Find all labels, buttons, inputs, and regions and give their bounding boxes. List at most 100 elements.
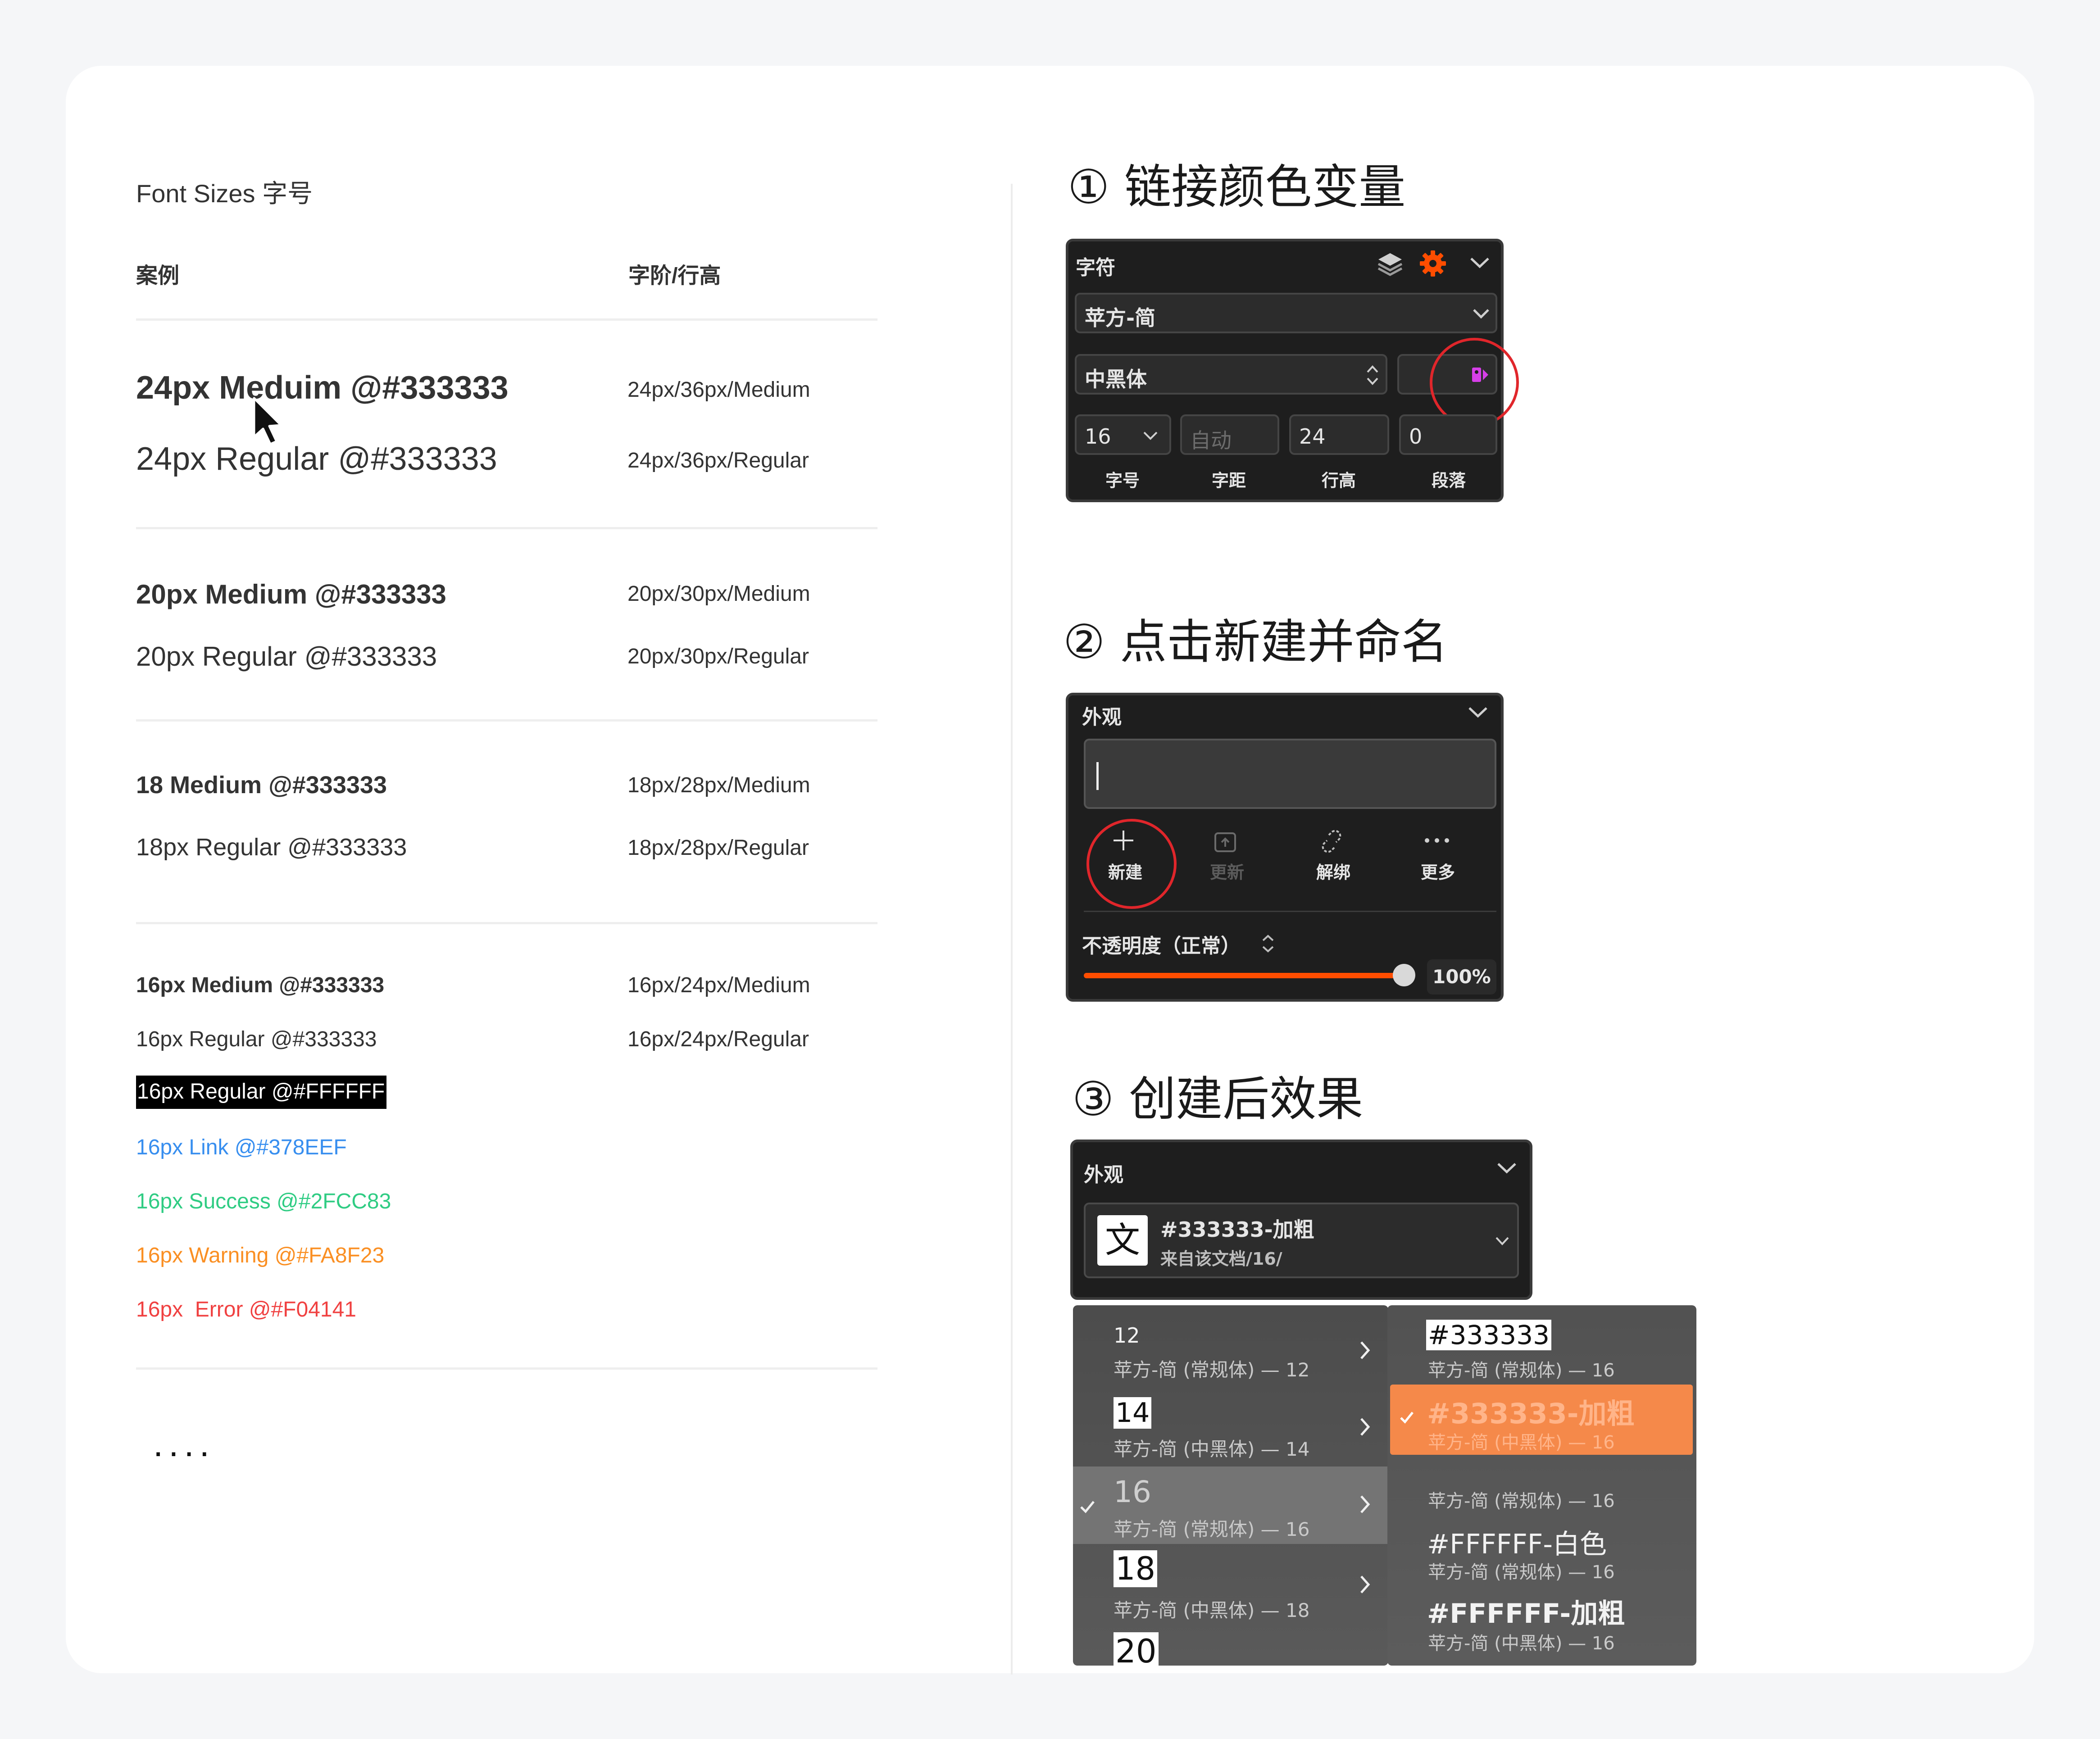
- opacity-slider-handle[interactable]: [1393, 964, 1415, 986]
- appearance-panel-result: 外观 文 #333333-加粗 来自该文档/16/: [1070, 1140, 1532, 1300]
- menu-item-size-value: 12: [1114, 1323, 1140, 1348]
- chevron-down-icon[interactable]: [1496, 1161, 1517, 1175]
- example-16-success: 16px Success @#2FCC83: [136, 1190, 391, 1213]
- menu-item-size-desc: 苹方-简 (中黑体) — 14: [1114, 1438, 1310, 1460]
- menu-item-size[interactable]: 12 苹方-简 (常规体) — 12: [1073, 1305, 1388, 1385]
- highlight-ring: [1430, 338, 1519, 427]
- stepper-icon[interactable]: [1261, 932, 1275, 955]
- menu-item-style-name: #FFFFFF-加粗: [1427, 1598, 1625, 1630]
- menu-item-size-desc: 苹方-简 (常规体) — 16: [1114, 1518, 1310, 1540]
- update-style-label: 更新: [1210, 863, 1245, 882]
- font-size-menu: 12 苹方-简 (常规体) — 12 14 苹方-简 (中黑体) — 14 16…: [1073, 1305, 1388, 1666]
- column-header-example: 案例: [136, 264, 180, 288]
- font-family-value: 苹方-简: [1085, 306, 1156, 330]
- line-height-value: 24: [1299, 424, 1326, 449]
- step-3-title: ③ 创建后效果: [1072, 1072, 1364, 1126]
- chevron-down-icon[interactable]: [1468, 705, 1488, 719]
- font-size-value: 16: [1085, 424, 1111, 449]
- menu-item-size-checked[interactable]: 16 苹方-简 (常规体) — 16: [1073, 1467, 1388, 1544]
- paragraph-spacing-input[interactable]: 0: [1399, 414, 1497, 455]
- content-card: [66, 66, 2034, 1675]
- update-style-button[interactable]: 更新: [1195, 820, 1258, 887]
- menu-item-size[interactable]: 18 苹方-简 (中黑体) — 18: [1073, 1546, 1388, 1627]
- opacity-value: 100%: [1432, 966, 1491, 988]
- label-letter-spacing: 字距: [1212, 471, 1246, 490]
- line-height-input[interactable]: 24: [1289, 414, 1389, 455]
- label-line-height: 行高: [1322, 471, 1356, 490]
- gear-icon[interactable]: [1418, 249, 1448, 278]
- menu-item-style-name: #333333-加粗: [1427, 1397, 1635, 1430]
- menu-item-size-value: 16: [1114, 1475, 1151, 1509]
- menu-item-size-desc: 苹方-简 (中黑体) — 18: [1114, 1599, 1310, 1621]
- spec-18-medium: 18px/28px/Medium: [627, 773, 810, 797]
- update-icon: [1214, 832, 1236, 852]
- step-1-title: ① 链接颜色变量: [1068, 159, 1406, 214]
- chevron-down-icon: [1495, 1237, 1509, 1245]
- text-caret: [1096, 762, 1099, 790]
- chevron-right-icon: [1360, 1418, 1370, 1436]
- spec-18-regular: 18px/28px/Regular: [627, 836, 809, 860]
- label-paragraph: 段落: [1432, 471, 1466, 490]
- chevron-down-icon[interactable]: [1469, 256, 1490, 269]
- font-weight-value: 中黑体: [1085, 367, 1147, 391]
- menu-item-style-selected[interactable]: #333333-加粗 苹方-简 (中黑体) — 16: [1390, 1385, 1693, 1455]
- divider: [136, 922, 877, 924]
- more-ellipsis: ....: [153, 1424, 215, 1464]
- menu-item-style-desc: 苹方-简 (常规体) — 16: [1428, 1360, 1615, 1381]
- menu-item-style[interactable]: #FFFFFF-白色 苹方-简 (常规体) — 16: [1387, 1514, 1696, 1585]
- paragraph-spacing-value: 0: [1409, 424, 1423, 449]
- opacity-label: 不透明度（正常）: [1082, 935, 1241, 958]
- menu-item-size[interactable]: 20: [1073, 1630, 1388, 1666]
- font-weight-select[interactable]: 中黑体: [1075, 354, 1387, 395]
- style-name-input[interactable]: [1084, 739, 1496, 809]
- menu-item-size-value: 20: [1114, 1632, 1159, 1666]
- menu-item-style-desc: 苹方-简 (中黑体) — 16: [1428, 1633, 1615, 1654]
- menu-item-style[interactable]: #FFFFFF-加粗 苹方-简 (中黑体) — 16: [1387, 1586, 1696, 1666]
- more-button[interactable]: 更多: [1405, 820, 1468, 887]
- stepper-icon: [1367, 365, 1378, 385]
- checkmark-icon: [1080, 1501, 1095, 1513]
- divider: [1084, 911, 1496, 912]
- opacity-slider-track[interactable]: [1084, 973, 1405, 978]
- spec-20-medium: 20px/30px/Medium: [627, 582, 810, 606]
- style-source: 来自该文档/16/: [1160, 1249, 1282, 1269]
- chevron-right-icon: [1360, 1341, 1370, 1359]
- menu-item-size[interactable]: 14 苹方-简 (中黑体) — 14: [1073, 1385, 1388, 1464]
- mouse-pointer-icon: [253, 397, 282, 445]
- unlink-icon: [1322, 830, 1341, 853]
- example-18-medium: 18 Medium @#333333: [136, 772, 387, 799]
- label-font-size: 字号: [1105, 471, 1140, 490]
- letter-spacing-placeholder: 自动: [1190, 428, 1232, 453]
- example-16-regular: 16px Regular @#333333: [136, 1027, 377, 1051]
- column-divider: [1011, 184, 1013, 1675]
- layers-icon[interactable]: [1376, 250, 1405, 278]
- checkmark-icon: [1400, 1412, 1414, 1424]
- step-2-title: ② 点击新建并命名: [1063, 614, 1448, 669]
- opacity-value-field[interactable]: 100%: [1427, 959, 1496, 994]
- font-family-select[interactable]: 苹方-简: [1075, 293, 1497, 333]
- menu-item-style-desc: 苹方-简 (常规体) — 16: [1428, 1562, 1615, 1583]
- detach-style-button[interactable]: 解绑: [1301, 820, 1364, 887]
- text-style-icon: 文: [1097, 1215, 1148, 1266]
- chevron-right-icon: [1360, 1495, 1370, 1513]
- menu-item-style[interactable]: 苹方-简 (常规体) — 16: [1387, 1482, 1696, 1514]
- example-16-medium: 16px Medium @#333333: [136, 973, 385, 997]
- divider: [136, 318, 877, 321]
- divider: [136, 1367, 877, 1370]
- spec-24-medium: 24px/36px/Medium: [627, 378, 810, 402]
- spec-24-regular: 24px/36px/Regular: [627, 449, 809, 472]
- menu-item-size-value: 14: [1114, 1397, 1152, 1429]
- example-24-medium: 24px Meduim @#333333: [136, 370, 509, 406]
- menu-item-size-desc: 苹方-简 (常规体) — 12: [1114, 1359, 1310, 1381]
- spec-16-regular: 16px/24px/Regular: [627, 1027, 809, 1051]
- example-16-error: 16px Error @#F04141: [136, 1298, 356, 1321]
- menu-item-style-name: #FFFFFF-白色: [1427, 1529, 1607, 1560]
- example-20-regular: 20px Regular @#333333: [136, 641, 437, 672]
- text-style-select[interactable]: 文 #333333-加粗 来自该文档/16/: [1084, 1203, 1519, 1278]
- menu-item-style[interactable]: #333333 苹方-简 (常规体) — 16: [1387, 1305, 1696, 1385]
- letter-spacing-input[interactable]: 自动: [1180, 414, 1279, 455]
- chevron-down-icon: [1473, 309, 1489, 319]
- font-size-select[interactable]: 16: [1075, 414, 1171, 455]
- panel-title: 字符: [1076, 256, 1115, 279]
- style-name: #333333-加粗: [1160, 1217, 1314, 1242]
